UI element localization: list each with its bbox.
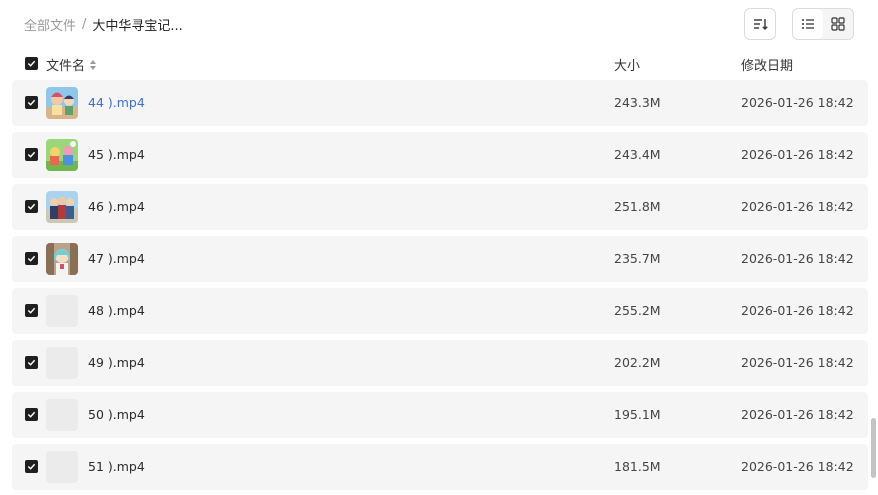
row-checkbox[interactable] — [25, 96, 38, 109]
table-row[interactable]: 44 ).mp4 243.3M 2026-01-26 18:42 — [12, 80, 868, 126]
file-modified-date: 2026-01-26 18:42 — [741, 303, 854, 318]
breadcrumb-separator: / — [82, 17, 87, 32]
file-modified-date: 2026-01-26 18:42 — [741, 199, 854, 214]
file-name[interactable]: 51 ).mp4 — [88, 459, 145, 474]
table-row[interactable]: 48 ).mp4 255.2M 2026-01-26 18:42 — [12, 288, 868, 334]
sort-icon — [754, 19, 768, 30]
row-checkbox[interactable] — [25, 356, 38, 369]
thumbnail-placeholder — [46, 347, 78, 379]
file-size: 243.4M — [614, 147, 661, 162]
column-header-size[interactable]: 大小 — [614, 55, 640, 74]
column-header-name-label: 文件名 — [46, 59, 86, 74]
file-size: 195.1M — [614, 407, 661, 422]
list-view-icon — [802, 19, 814, 29]
table-row[interactable]: 51 ).mp4 181.5M 2026-01-26 18:42 — [12, 444, 868, 490]
file-name[interactable]: 48 ).mp4 — [88, 303, 145, 318]
video-thumbnail — [46, 191, 78, 223]
sort-button[interactable] — [744, 8, 776, 40]
table-row[interactable]: 50 ).mp4 195.1M 2026-01-26 18:42 — [12, 392, 868, 438]
file-size: 235.7M — [614, 251, 661, 266]
file-name[interactable]: 45 ).mp4 — [88, 147, 145, 162]
file-size: 181.5M — [614, 459, 661, 474]
checkmark-icon — [27, 307, 36, 314]
file-size: 202.2M — [614, 355, 661, 370]
thumbnail-placeholder — [46, 451, 78, 483]
row-checkbox[interactable] — [25, 148, 38, 161]
thumbnail-placeholder — [46, 295, 78, 327]
row-checkbox[interactable] — [25, 200, 38, 213]
select-all-checkbox[interactable] — [25, 57, 38, 70]
file-modified-date: 2026-01-26 18:42 — [741, 459, 854, 474]
row-checkbox[interactable] — [25, 460, 38, 473]
file-name-link[interactable]: 44 ).mp4 — [88, 95, 145, 110]
row-checkbox[interactable] — [25, 408, 38, 421]
file-size: 243.3M — [614, 95, 661, 110]
file-modified-date: 2026-01-26 18:42 — [741, 95, 854, 110]
table-row[interactable]: 49 ).mp4 202.2M 2026-01-26 18:42 — [12, 340, 868, 386]
checkmark-icon — [27, 99, 36, 106]
column-header-modified[interactable]: 修改日期 — [741, 55, 793, 74]
row-checkbox[interactable] — [25, 252, 38, 265]
file-name[interactable]: 46 ).mp4 — [88, 199, 145, 214]
checkmark-icon — [27, 60, 36, 67]
file-modified-date: 2026-01-26 18:42 — [741, 355, 854, 370]
file-name[interactable]: 50 ).mp4 — [88, 407, 145, 422]
list-view-button[interactable] — [793, 9, 823, 39]
column-header-name[interactable]: 文件名 — [46, 55, 97, 74]
checkmark-icon — [27, 411, 36, 418]
table-row[interactable]: 46 ).mp4 251.8M 2026-01-26 18:42 — [12, 184, 868, 230]
top-bar: 全部文件 / 大中华寻宝记... — [0, 0, 878, 48]
file-name[interactable]: 49 ).mp4 — [88, 355, 145, 370]
checkmark-icon — [27, 359, 36, 366]
file-size: 255.2M — [614, 303, 661, 318]
row-checkbox[interactable] — [25, 304, 38, 317]
file-name[interactable]: 47 ).mp4 — [88, 251, 145, 266]
breadcrumb-current-folder: 大中华寻宝记... — [92, 19, 183, 34]
checkmark-icon — [27, 151, 36, 158]
sort-updown-icon[interactable] — [89, 59, 97, 71]
file-modified-date: 2026-01-26 18:42 — [741, 147, 854, 162]
video-thumbnail — [46, 139, 78, 171]
video-thumbnail — [46, 87, 78, 119]
table-header: 文件名 大小 修改日期 — [12, 50, 868, 78]
video-thumbnail — [46, 243, 78, 275]
grid-view-button[interactable] — [823, 9, 853, 39]
breadcrumb: 全部文件 / 大中华寻宝记... — [24, 15, 183, 34]
table-row[interactable]: 45 ).mp4 243.4M 2026-01-26 18:42 — [12, 132, 868, 178]
vertical-scrollbar[interactable] — [871, 418, 876, 478]
file-modified-date: 2026-01-26 18:42 — [741, 407, 854, 422]
file-size: 251.8M — [614, 199, 661, 214]
view-toggle — [792, 8, 854, 40]
checkmark-icon — [27, 463, 36, 470]
thumbnail-placeholder — [46, 399, 78, 431]
checkmark-icon — [27, 203, 36, 210]
breadcrumb-root-link[interactable]: 全部文件 — [24, 15, 76, 34]
file-modified-date: 2026-01-26 18:42 — [741, 251, 854, 266]
grid-view-icon — [831, 17, 845, 31]
table-row[interactable]: 47 ).mp4 235.7M 2026-01-26 18:42 — [12, 236, 868, 282]
checkmark-icon — [27, 255, 36, 262]
